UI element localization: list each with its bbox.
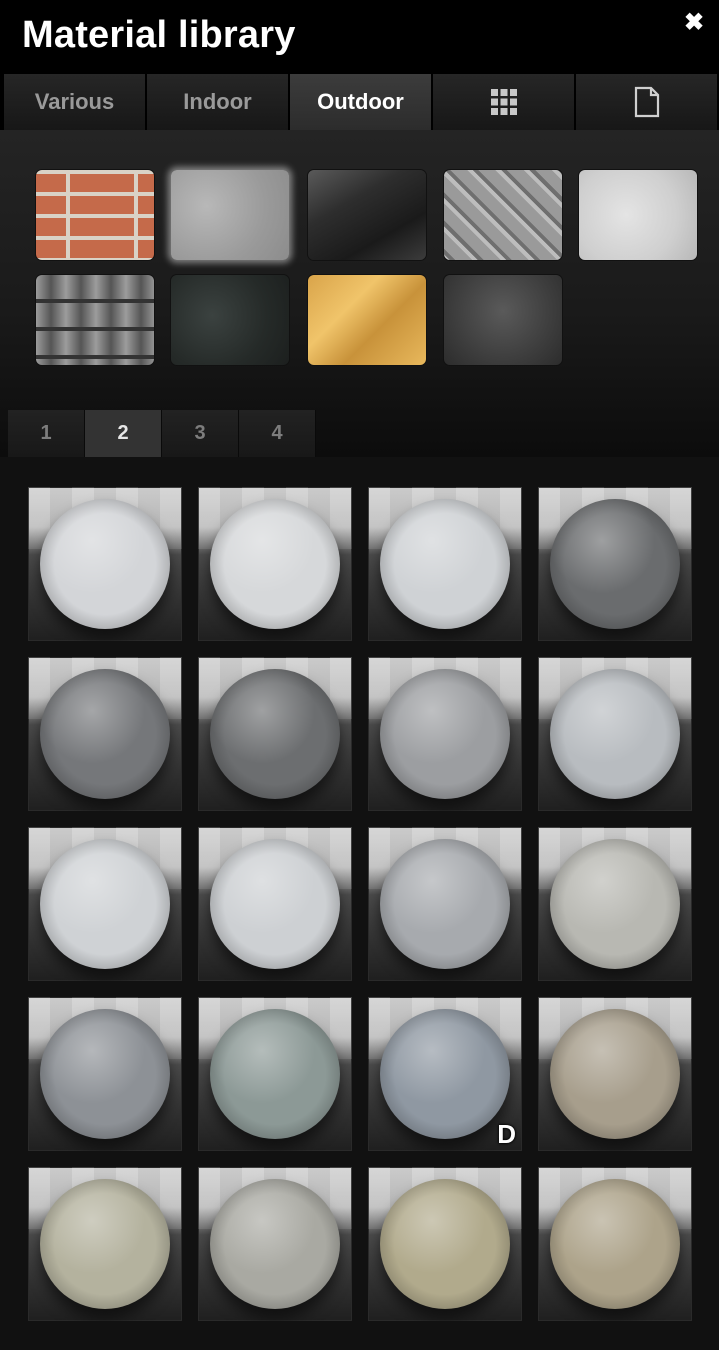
swatch-brick[interactable]	[36, 170, 154, 260]
title-bar: Material library ✖	[0, 0, 719, 72]
material-preview-1[interactable]	[28, 487, 182, 641]
material-sphere	[210, 499, 340, 629]
swatch-asphalt[interactable]	[444, 275, 562, 365]
material-preview-13[interactable]	[28, 997, 182, 1151]
material-preview-14[interactable]	[198, 997, 352, 1151]
material-preview-2[interactable]	[198, 487, 352, 641]
material-preview-5[interactable]	[28, 657, 182, 811]
swatch-plaster[interactable]	[579, 170, 697, 260]
swatch-metal[interactable]	[444, 170, 562, 260]
page-tab-2[interactable]: 2	[85, 410, 162, 457]
material-preview-7[interactable]	[368, 657, 522, 811]
tab-document[interactable]	[576, 74, 719, 130]
page-tab-3[interactable]: 3	[162, 410, 239, 457]
material-sphere	[550, 499, 680, 629]
material-sphere	[210, 669, 340, 799]
material-preview-6[interactable]	[198, 657, 352, 811]
swatch-concrete[interactable]	[171, 170, 289, 260]
page-tab-1[interactable]: 1	[8, 410, 85, 457]
material-preview-9[interactable]	[28, 827, 182, 981]
material-sphere	[40, 499, 170, 629]
material-preview-11[interactable]	[368, 827, 522, 981]
material-preview-3[interactable]	[368, 487, 522, 641]
category-tabs: Various Indoor Outdoor	[4, 74, 719, 130]
document-icon	[634, 86, 659, 118]
material-sphere	[380, 1179, 510, 1309]
swatch-osb-wood[interactable]	[308, 275, 426, 365]
material-preview-19[interactable]	[368, 1167, 522, 1321]
material-category-panel	[0, 130, 719, 457]
material-preview-12[interactable]	[538, 827, 692, 981]
material-sphere	[380, 839, 510, 969]
material-sphere	[40, 669, 170, 799]
material-sphere	[550, 839, 680, 969]
page-tab-4[interactable]: 4	[239, 410, 316, 457]
material-sphere	[40, 1179, 170, 1309]
close-icon[interactable]: ✖	[684, 8, 704, 37]
material-sphere	[550, 669, 680, 799]
swatch-glass[interactable]	[308, 170, 426, 260]
material-grid: D	[0, 457, 719, 1350]
material-sphere	[550, 1009, 680, 1139]
material-sphere	[380, 669, 510, 799]
material-sphere	[210, 1179, 340, 1309]
swatch-roof-tiles[interactable]	[36, 275, 154, 365]
tab-outdoor[interactable]: Outdoor	[290, 74, 433, 130]
material-sphere	[380, 499, 510, 629]
material-preview-15[interactable]: D	[368, 997, 522, 1151]
material-sphere	[380, 1009, 510, 1139]
material-sphere	[40, 839, 170, 969]
material-preview-10[interactable]	[198, 827, 352, 981]
material-preview-20[interactable]	[538, 1167, 692, 1321]
material-preview-17[interactable]	[28, 1167, 182, 1321]
material-sphere	[210, 1009, 340, 1139]
material-preview-18[interactable]	[198, 1167, 352, 1321]
grid-icon	[490, 89, 517, 115]
material-sphere	[40, 1009, 170, 1139]
swatch-granite[interactable]	[171, 275, 289, 365]
tab-indoor[interactable]: Indoor	[147, 74, 290, 130]
material-preview-16[interactable]	[538, 997, 692, 1151]
material-badge: D	[497, 1119, 516, 1149]
page-tabs: 1 2 3 4	[8, 410, 316, 457]
material-preview-4[interactable]	[538, 487, 692, 641]
material-sphere	[550, 1179, 680, 1309]
tab-grid-view[interactable]	[433, 74, 576, 130]
window-title: Material library	[22, 14, 296, 56]
tab-various[interactable]: Various	[4, 74, 147, 130]
material-preview-8[interactable]	[538, 657, 692, 811]
material-sphere	[210, 839, 340, 969]
